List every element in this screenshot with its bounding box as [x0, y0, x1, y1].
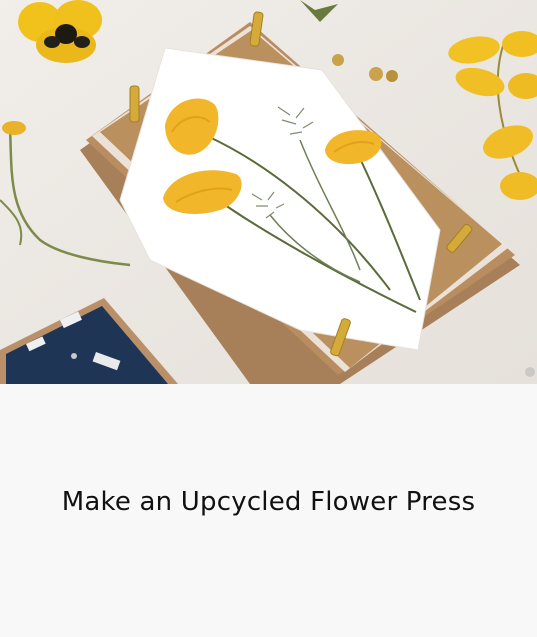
card-caption: Make an Upcycled Flower Press [0, 384, 537, 637]
photo-illustration [0, 0, 537, 384]
flower-press-photo[interactable] [0, 0, 537, 384]
card-title[interactable]: Make an Upcycled Flower Press [0, 487, 537, 517]
article-card[interactable]: Make an Upcycled Flower Press [0, 0, 537, 637]
